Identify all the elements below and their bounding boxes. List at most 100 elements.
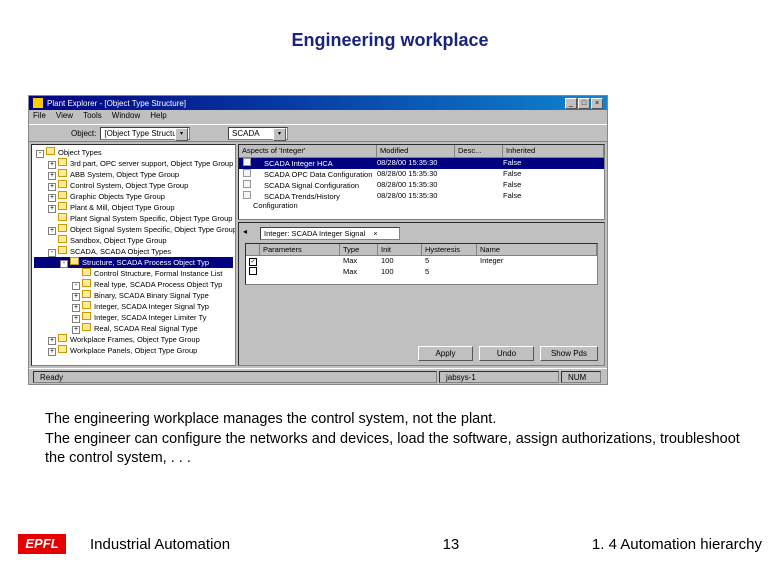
- props-nav-icon[interactable]: ◂: [242, 226, 256, 240]
- tree-expand-icon[interactable]: +: [48, 337, 56, 345]
- tree-item[interactable]: Control Structure, Formal Instance List: [34, 268, 233, 279]
- folder-icon: [58, 169, 67, 177]
- folder-icon: [82, 268, 91, 276]
- tree-expand-icon[interactable]: +: [48, 172, 56, 180]
- toolbar-btn-2[interactable]: [310, 126, 324, 140]
- tree-item[interactable]: +Workplace Panels, Object Type Group: [34, 345, 233, 356]
- col-aspects[interactable]: Aspects of 'Integer': [239, 145, 377, 158]
- tree-expand-icon[interactable]: -: [60, 260, 68, 268]
- toolbar-btn-1[interactable]: [292, 126, 306, 140]
- toolbar-structure-combo[interactable]: [Object Type Structure]: [100, 127, 190, 140]
- menu-help[interactable]: Help: [150, 111, 166, 123]
- tree-expand-icon[interactable]: +: [72, 304, 80, 312]
- folder-icon: [58, 180, 67, 188]
- status-host: jabsys-1: [439, 371, 559, 383]
- list-row[interactable]: SCADA Signal Configuration08/28/00 15:35…: [239, 180, 604, 191]
- menu-file[interactable]: File: [33, 111, 46, 123]
- tree-panel[interactable]: -Object Types+3rd part, OPC server suppo…: [31, 144, 236, 366]
- doc-icon: [243, 180, 251, 188]
- toolbar-fwd-icon[interactable]: [51, 126, 65, 140]
- status-ready: Ready: [33, 371, 437, 383]
- menu-tools[interactable]: Tools: [83, 111, 102, 123]
- right-panel: Aspects of 'Integer' Modified Desc... In…: [238, 144, 605, 366]
- tree-item[interactable]: -SCADA, SCADA Object Types: [34, 246, 233, 257]
- window-title: Plant Explorer - [Object Type Structure]: [47, 99, 565, 108]
- tree-item[interactable]: Sandbox, Object Type Group: [34, 235, 233, 246]
- tree-item[interactable]: +Object Signal System Specific, Object T…: [34, 224, 233, 235]
- toolbar: Object: [Object Type Structure] SCADA: [29, 124, 607, 142]
- tree-expand-icon[interactable]: +: [72, 326, 80, 334]
- tree-item[interactable]: +Binary, SCADA Binary Signal Type: [34, 290, 233, 301]
- col-inherited[interactable]: Inherited: [503, 145, 604, 158]
- folder-icon: [58, 235, 67, 243]
- epfl-logo: EPFL: [18, 534, 66, 554]
- toolbar-back-icon[interactable]: [33, 126, 47, 140]
- tree-expand-icon[interactable]: -: [48, 249, 56, 257]
- tree-expand-icon[interactable]: +: [48, 227, 56, 235]
- tree-expand-icon[interactable]: +: [48, 194, 56, 202]
- minimize-button[interactable]: _: [565, 98, 577, 109]
- folder-icon: [58, 224, 67, 232]
- col-modified[interactable]: Modified: [377, 145, 455, 158]
- workspace: -Object Types+3rd part, OPC server suppo…: [29, 142, 607, 368]
- aspects-list[interactable]: Aspects of 'Integer' Modified Desc... In…: [238, 144, 605, 220]
- tree-item[interactable]: +Graphic Objects Type Group: [34, 191, 233, 202]
- checkbox[interactable]: ✓: [249, 258, 257, 266]
- list-row[interactable]: SCADA Trends/History Configuration08/28/…: [239, 191, 604, 202]
- tree-expand-icon[interactable]: +: [72, 315, 80, 323]
- slide-title: Engineering workplace: [0, 30, 780, 51]
- properties-panel: ◂ Integer: SCADA Integer Signal × Parame…: [238, 222, 605, 366]
- folder-icon: [58, 191, 67, 199]
- folder-icon: [82, 312, 91, 320]
- props-tab-close-icon[interactable]: ×: [373, 231, 377, 238]
- menu-view[interactable]: View: [56, 111, 73, 123]
- folder-icon: [70, 257, 79, 265]
- tree-expand-icon[interactable]: +: [48, 348, 56, 356]
- tree-item[interactable]: +3rd part, OPC server support, Object Ty…: [34, 158, 233, 169]
- pcol-hysteresis: Hysteresis: [422, 244, 477, 256]
- footer-page-number: 13: [310, 536, 592, 553]
- tree-expand-icon[interactable]: +: [48, 183, 56, 191]
- props-row[interactable]: ✓Max1005Integer: [246, 256, 597, 267]
- tree-item[interactable]: -Real type, SCADA Process Object Typ: [34, 279, 233, 290]
- checkbox[interactable]: [249, 267, 257, 275]
- pcol-check: [246, 244, 260, 256]
- pcol-parameters: Parameters: [260, 244, 340, 256]
- tree-expand-icon[interactable]: +: [48, 205, 56, 213]
- tree-item[interactable]: -Object Types: [34, 147, 233, 158]
- toolbar-object-label: Object:: [71, 129, 96, 138]
- tree-item[interactable]: -Structure, SCADA Process Object Typ: [34, 257, 233, 268]
- slide-footer: EPFL Industrial Automation 13 1. 4 Autom…: [0, 534, 780, 554]
- tree-expand-icon[interactable]: -: [36, 150, 44, 158]
- menu-window[interactable]: Window: [112, 111, 140, 123]
- folder-icon: [58, 202, 67, 210]
- props-tab[interactable]: Integer: SCADA Integer Signal ×: [260, 227, 400, 240]
- tree-expand-icon[interactable]: +: [72, 293, 80, 301]
- slide-description: The engineering workplace manages the co…: [45, 410, 745, 469]
- maximize-button[interactable]: □: [578, 98, 590, 109]
- tree-item[interactable]: +Control System, Object Type Group: [34, 180, 233, 191]
- tree-item[interactable]: +Real, SCADA Real Signal Type: [34, 323, 233, 334]
- props-tab-label: Integer: SCADA Integer Signal: [264, 229, 365, 238]
- tree-item[interactable]: Plant Signal System Specific, Object Typ…: [34, 213, 233, 224]
- showpds-button[interactable]: Show Pds: [540, 346, 598, 361]
- tree-expand-icon[interactable]: -: [72, 282, 80, 290]
- col-desc[interactable]: Desc...: [455, 145, 503, 158]
- tree-expand-icon[interactable]: +: [48, 161, 56, 169]
- list-row[interactable]: SCADA OPC Data Configuration08/28/00 15:…: [239, 169, 604, 180]
- tree-item[interactable]: +Workplace Frames, Object Type Group: [34, 334, 233, 345]
- apply-button[interactable]: Apply: [418, 346, 473, 361]
- close-button[interactable]: ×: [591, 98, 603, 109]
- tree-item[interactable]: +Plant & Mill, Object Type Group: [34, 202, 233, 213]
- props-table[interactable]: Parameters Type Init Hysteresis Name ✓Ma…: [245, 243, 598, 285]
- folder-icon: [58, 158, 67, 166]
- tree-item[interactable]: +Integer, SCADA Integer Limiter Ty: [34, 312, 233, 323]
- toolbar-scada-combo[interactable]: SCADA: [228, 127, 288, 140]
- undo-button[interactable]: Undo: [479, 346, 534, 361]
- list-row[interactable]: SCADA Integer HCA08/28/00 15:35:30False: [239, 158, 604, 169]
- tree-item[interactable]: +Integer, SCADA Integer Signal Typ: [34, 301, 233, 312]
- app-icon: [33, 98, 43, 108]
- folder-icon: [82, 323, 91, 331]
- props-row[interactable]: Max1005: [246, 267, 597, 278]
- tree-item[interactable]: +ABB System, Object Type Group: [34, 169, 233, 180]
